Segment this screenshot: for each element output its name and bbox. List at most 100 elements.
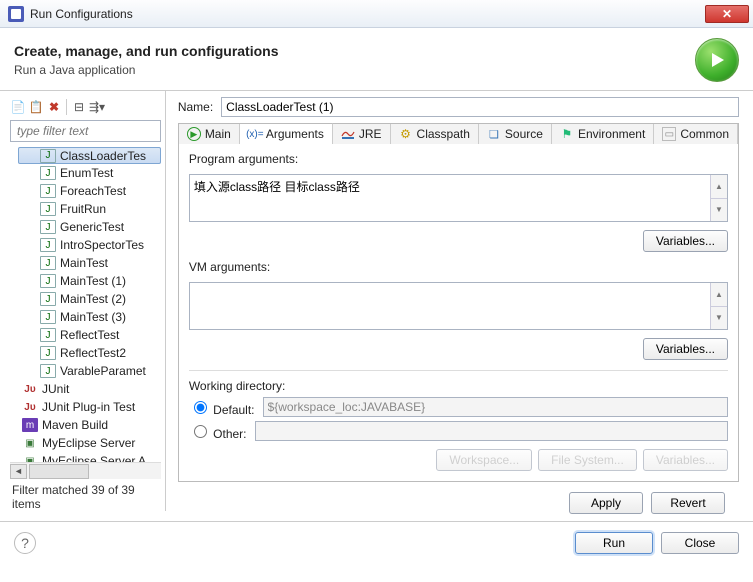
titlebar: Run Configurations ✕ [0, 0, 753, 28]
tree-item[interactable]: JReflectTest [18, 326, 161, 344]
tree-item[interactable]: J ClassLoaderTes [18, 147, 161, 164]
ji-icon: J [40, 149, 56, 163]
ji-icon: J [40, 220, 56, 234]
new-config-icon[interactable]: 📄 [10, 99, 26, 115]
vm-args-field[interactable]: ▲ ▼ [189, 282, 728, 330]
filter-menu-icon[interactable]: ⇶▾ [89, 99, 105, 115]
tree-item[interactable]: mMaven Build [18, 416, 161, 434]
tree-item-label: MyEclipse Server A [42, 454, 146, 462]
vm-args-label: VM arguments: [189, 260, 728, 274]
help-icon[interactable]: ? [14, 532, 36, 554]
wd-default-row: Default: [189, 397, 728, 417]
jre-tab-icon [341, 127, 355, 141]
tree-hscrollbar[interactable]: ◄ [10, 462, 161, 479]
name-input[interactable] [221, 97, 739, 117]
tree-item[interactable]: JMainTest [18, 254, 161, 272]
ji-icon: J [40, 328, 56, 342]
tree-item[interactable]: JMainTest (3) [18, 308, 161, 326]
tree-item[interactable]: J MainTest (1) [18, 272, 161, 290]
spin-down-icon[interactable]: ▼ [710, 307, 727, 330]
tree-item[interactable]: JMainTest (2) [18, 290, 161, 308]
configurations-pane: 📄 📋 ✖ ⊟ ⇶▾ JClassLoaderTesJEnumTestJFore… [0, 91, 166, 511]
wd-default-radio[interactable]: Default: [189, 398, 255, 417]
srv-icon: ▣ [22, 436, 38, 450]
tree-item-label: ClassLoaderTes [60, 149, 146, 163]
apply-revert-row: Apply Revert [178, 482, 739, 514]
tab-main[interactable]: ▶Main [179, 124, 240, 144]
wd-filesystem-button[interactable]: File System... [538, 449, 637, 471]
dialog-bottom: ? Run Close [0, 521, 753, 564]
program-args-input[interactable] [190, 175, 710, 221]
wd-default-value [263, 397, 728, 417]
tree-item[interactable]: JGenericTest [18, 218, 161, 236]
window-title: Run Configurations [30, 7, 133, 21]
program-args-spinner[interactable]: ▲ ▼ [710, 175, 727, 221]
tree-item-label: MainTest (1) [60, 274, 126, 288]
wd-workspace-button[interactable]: Workspace... [436, 449, 532, 471]
ji-icon: J [40, 166, 56, 180]
program-args-variables-button[interactable]: Variables... [643, 230, 728, 252]
tree-item[interactable]: JForeachTest [18, 182, 161, 200]
tree-item[interactable]: JυJUnit Plug-in Test [18, 398, 161, 416]
ji-icon: J [40, 274, 56, 288]
srv-icon: ▣ [22, 454, 38, 462]
toolbar-separator [66, 99, 67, 115]
tree-item-label: MainTest (3) [60, 310, 126, 324]
tree-item[interactable]: ▣ MyEclipse Server A [18, 452, 161, 462]
close-button[interactable]: Close [661, 532, 739, 554]
tree-item[interactable]: JFruitRun [18, 200, 161, 218]
filter-input-wrap[interactable] [10, 120, 161, 142]
tree-item[interactable]: JReflectTest2 [18, 344, 161, 362]
filter-input[interactable] [15, 123, 156, 139]
spin-down-icon[interactable]: ▼ [710, 199, 727, 222]
tree-item-label: ForeachTest [60, 184, 126, 198]
tree-item[interactable]: JEnumTest [18, 164, 161, 182]
vm-args-input[interactable] [190, 283, 710, 329]
apply-button[interactable]: Apply [569, 492, 643, 514]
tree-item[interactable]: ▣ MyEclipse Server [18, 434, 161, 452]
collapse-all-icon[interactable]: ⊟ [71, 99, 87, 115]
wd-other-radio[interactable]: Other: [189, 422, 247, 441]
wd-variables-button[interactable]: Variables... [643, 449, 728, 471]
tree-item-label: MyEclipse Server [42, 436, 135, 450]
ji-icon: J [40, 238, 56, 252]
tab-jre[interactable]: JRE [333, 124, 391, 144]
spin-up-icon[interactable]: ▲ [710, 283, 727, 307]
titlebar-left: Run Configurations [8, 6, 133, 22]
dialog-header: Create, manage, and run configurations R… [0, 28, 753, 91]
name-label: Name: [178, 100, 213, 114]
classpath-tab-icon: ⚙ [399, 127, 413, 141]
config-toolbar: 📄 📋 ✖ ⊟ ⇶▾ [10, 97, 161, 120]
working-dir-label: Working directory: [189, 379, 728, 393]
run-icon [695, 38, 739, 82]
filter-status: Filter matched 39 of 39 items [10, 479, 161, 511]
tab-source[interactable]: ❏Source [479, 124, 552, 144]
window-close-button[interactable]: ✕ [705, 5, 749, 23]
main-tab-icon: ▶ [187, 127, 201, 141]
close-icon: ✕ [722, 7, 732, 21]
vm-args-variables-button[interactable]: Variables... [643, 338, 728, 360]
tree-item[interactable]: JυJUnit [18, 380, 161, 398]
tab-classpath[interactable]: ⚙Classpath [391, 124, 479, 144]
duplicate-config-icon[interactable]: 📋 [28, 99, 44, 115]
vm-args-spinner[interactable]: ▲ ▼ [710, 283, 727, 329]
tab-arguments[interactable]: (x)=Arguments [240, 123, 333, 144]
program-args-field[interactable]: ▲ ▼ [189, 174, 728, 222]
config-tree[interactable]: JClassLoaderTesJEnumTestJForeachTestJFru… [10, 146, 161, 462]
tab-common[interactable]: ▭Common [654, 124, 738, 144]
scroll-left-icon[interactable]: ◄ [10, 464, 27, 479]
tree-item[interactable]: JIntroSpectorTes [18, 236, 161, 254]
scroll-thumb[interactable] [29, 464, 89, 479]
wd-other-value [255, 421, 728, 441]
ji-icon: J [40, 292, 56, 306]
spin-up-icon[interactable]: ▲ [710, 175, 727, 199]
revert-button[interactable]: Revert [651, 492, 725, 514]
run-button[interactable]: Run [575, 532, 653, 554]
wd-other-row: Other: [189, 421, 728, 441]
detail-pane: Name: ▶Main(x)=ArgumentsJRE⚙Classpath❏So… [166, 91, 753, 511]
source-tab-icon: ❏ [487, 127, 501, 141]
tree-item[interactable]: JVarableParamet [18, 362, 161, 380]
delete-config-icon[interactable]: ✖ [46, 99, 62, 115]
tab-environment[interactable]: ⚑Environment [552, 124, 654, 144]
name-row: Name: [178, 97, 739, 117]
